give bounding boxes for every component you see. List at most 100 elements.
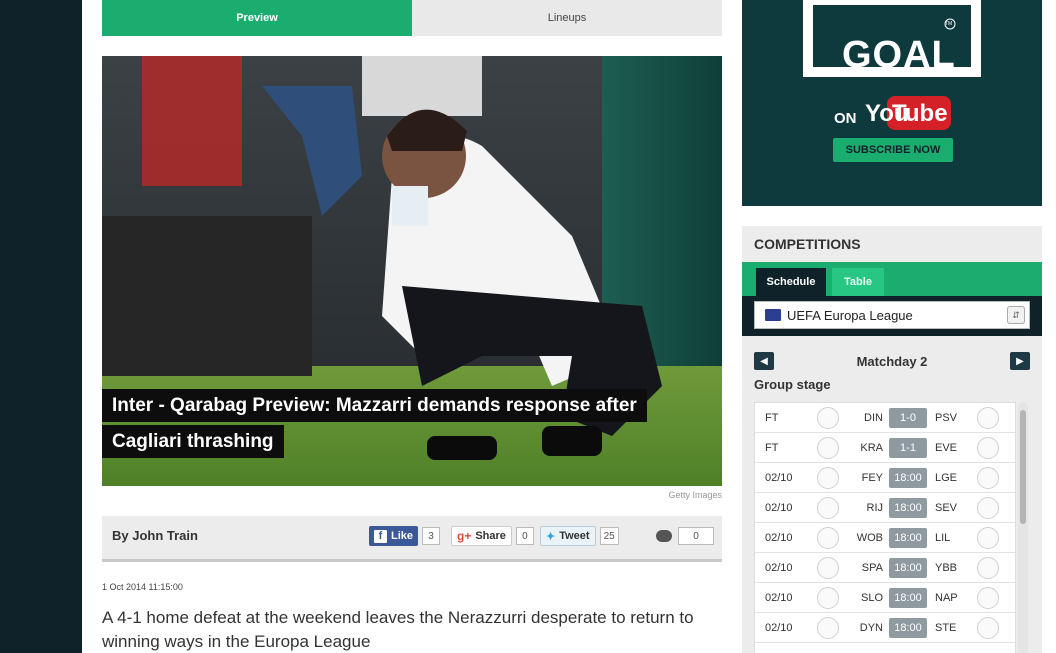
fixture-date: 02/10	[765, 532, 793, 544]
home-crest-icon	[817, 557, 839, 579]
match-tabs: Preview Lineups	[102, 0, 722, 36]
google-plus-share-button[interactable]: g+ Share	[451, 526, 512, 546]
fixture-date: FT	[765, 442, 779, 454]
fixture-away: LIL	[935, 532, 951, 544]
fixture-row[interactable]: FT KRA 1-1 EVE	[755, 433, 1015, 463]
share-count: 0	[515, 527, 534, 545]
fixture-score: 18:00	[889, 468, 927, 488]
tab-lineups[interactable]: Lineups	[412, 0, 722, 36]
fixture-home: FEY	[861, 472, 883, 484]
fixture-away: PSV	[935, 412, 958, 424]
fixture-score: 18:00	[889, 588, 927, 608]
google-plus-icon: g+	[457, 529, 472, 543]
fixture-home: KRA	[860, 442, 883, 454]
chevron-right-icon: ▶	[1016, 355, 1024, 367]
fixture-date: 02/10	[765, 592, 793, 604]
fixture-row[interactable]: 02/10 SPA 18:00 YBB	[755, 553, 1015, 583]
home-crest-icon	[817, 587, 839, 609]
competitions-title: COMPETITIONS	[754, 236, 861, 252]
away-crest-icon	[977, 437, 999, 459]
goal-logo-text: GOAL	[842, 34, 956, 76]
goal-youtube-ad[interactable]: GOAL TM ON You Tube SUBSCRIBE NOW	[742, 0, 1042, 206]
fixture-row[interactable]: 02/10 WOB 18:00 LIL	[755, 523, 1015, 553]
fixture-away: LGE	[935, 472, 958, 484]
home-crest-icon	[817, 527, 839, 549]
home-crest-icon	[817, 437, 839, 459]
away-crest-icon	[977, 467, 999, 489]
fixtures-scrollbar[interactable]	[1018, 402, 1028, 653]
competition-select-bar: UEFA Europa League ⇵	[742, 296, 1042, 336]
fixture-away: EVE	[935, 442, 958, 454]
tab-schedule[interactable]: Schedule	[756, 268, 826, 296]
on-label: ON	[834, 110, 857, 127]
competitions-widget: COMPETITIONS Schedule Table UEFA Europa …	[742, 226, 1042, 653]
comment-icon[interactable]	[656, 530, 672, 542]
prev-matchday-button[interactable]: ◀	[754, 352, 774, 370]
fixture-home: RIJ	[866, 502, 884, 514]
fixture-away: STE	[935, 622, 957, 634]
next-matchday-button[interactable]: ▶	[1010, 352, 1030, 370]
like-label: Like	[391, 530, 414, 542]
tab-table[interactable]: Table	[832, 268, 884, 296]
fixture-home: DIN	[864, 412, 883, 424]
subscribe-button[interactable]: SUBSCRIBE NOW	[833, 138, 953, 162]
matchday-title: Matchday 2	[856, 354, 928, 369]
photo-credit: Getty Images	[668, 490, 722, 500]
fixture-away: NAP	[935, 592, 958, 604]
competition-select[interactable]: UEFA Europa League ⇵	[754, 301, 1030, 329]
facebook-like: f Like 3	[369, 526, 441, 546]
fixture-home: WOB	[856, 532, 883, 544]
author-name: By John Train	[112, 528, 198, 543]
chevron-left-icon: ◀	[760, 355, 768, 367]
away-crest-icon	[977, 527, 999, 549]
tweet-label: Tweet	[559, 530, 590, 542]
home-crest-icon	[817, 407, 839, 429]
competition-select-value: UEFA Europa League	[787, 307, 913, 323]
fixture-away: SEV	[935, 502, 958, 514]
tab-preview[interactable]: Preview	[102, 0, 412, 36]
fixture-row[interactable]: 02/10 SLO 18:00 NAP	[755, 583, 1015, 613]
google-share: g+ Share 0	[451, 526, 534, 546]
away-crest-icon	[977, 557, 999, 579]
facebook-icon: f	[374, 529, 387, 543]
fixture-row[interactable]: 02/10 FEY 18:00 LGE	[755, 463, 1015, 493]
fixtures-list: FT DIN 1-0 PSV FT KRA 1-1 EVE 02/10 FEY 18:00 LGE…	[754, 402, 1016, 653]
fixture-home: SPA	[861, 562, 883, 574]
uefa-flag-icon	[765, 309, 781, 321]
fixture-date: 02/10	[765, 502, 793, 514]
chevron-updown-icon: ⇵	[1007, 306, 1025, 324]
away-crest-icon	[977, 407, 999, 429]
away-crest-icon	[977, 497, 999, 519]
share-label: Share	[475, 530, 506, 542]
twitter-tweet: ✦ Tweet 25	[540, 526, 619, 546]
scrollbar-thumb[interactable]	[1020, 410, 1026, 524]
article-headline[interactable]: Inter - Qarabag Preview: Mazzarri demand…	[102, 388, 682, 460]
page: Preview Lineups Inter - Qarabag Preview:…	[82, 0, 1056, 653]
hero-image[interactable]: Inter - Qarabag Preview: Mazzarri demand…	[102, 56, 722, 486]
youtube-tube: Tube	[892, 100, 948, 127]
author-bar: By John Train f Like 3 g+ Share 0 ✦ Tweet 2…	[102, 516, 722, 562]
fixture-score: 18:00	[889, 528, 927, 548]
fixture-row[interactable]: 02/10 DYN 18:00 STE	[755, 613, 1015, 643]
away-crest-icon	[977, 617, 999, 639]
fixture-score: 18:00	[889, 558, 927, 578]
competitions-tabs: Schedule Table	[742, 262, 1042, 296]
tweet-button[interactable]: ✦ Tweet	[540, 526, 596, 546]
fixture-row[interactable]: 02/10 RIJ 18:00 SEV	[755, 493, 1015, 523]
away-crest-icon	[977, 587, 999, 609]
fixture-row[interactable]: FT DIN 1-0 PSV	[755, 403, 1015, 433]
fixture-date: 02/10	[765, 562, 793, 574]
facebook-like-button[interactable]: f Like	[369, 526, 419, 546]
home-crest-icon	[817, 617, 839, 639]
home-crest-icon	[817, 497, 839, 519]
fixture-away: YBB	[935, 562, 958, 574]
fixture-date: FT	[765, 412, 779, 424]
twitter-icon: ✦	[546, 530, 556, 543]
like-count: 3	[422, 527, 441, 545]
fixture-score: 18:00	[889, 618, 927, 638]
left-background	[0, 0, 82, 653]
comment-count: 0	[678, 527, 714, 545]
group-stage-label: Group stage	[754, 377, 831, 392]
article-date: 1 Oct 2014 11:15:00	[102, 582, 183, 592]
fixture-home: DYN	[859, 622, 883, 634]
